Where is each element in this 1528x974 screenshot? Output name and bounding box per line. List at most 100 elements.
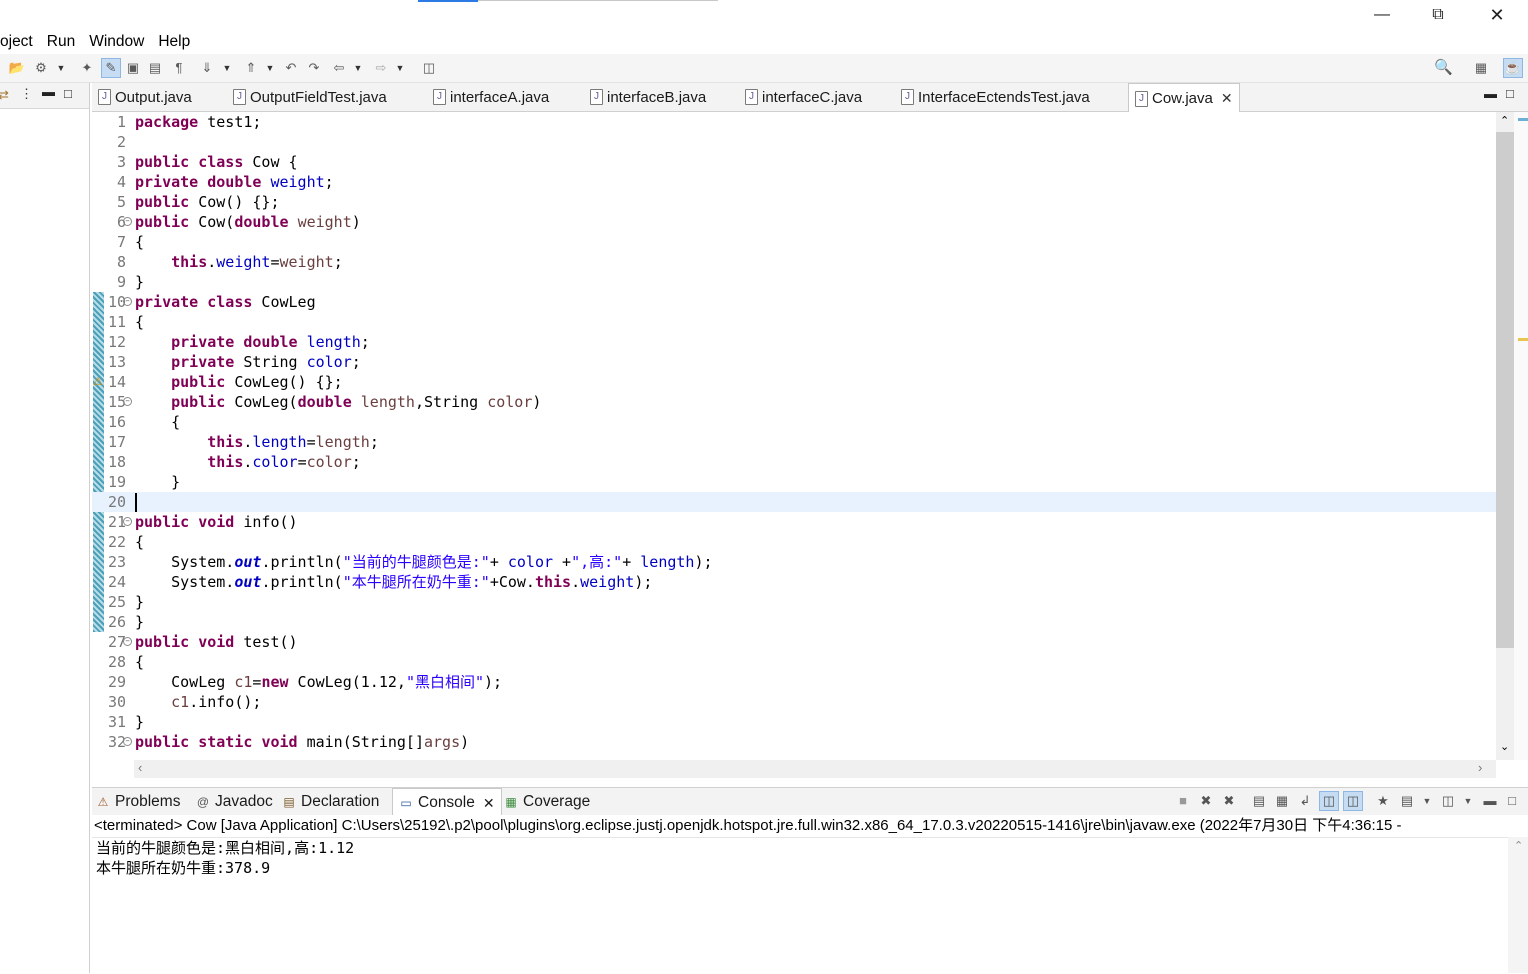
fold-toggle-icon[interactable]: − [123,517,132,526]
code-line[interactable]: 30 c1.info(); [92,692,1496,712]
code-line[interactable]: 18 this.color=color; [92,452,1496,472]
minimize-panel-icon[interactable]: ▬ [1481,792,1499,810]
scroll-left-icon[interactable]: ‹ [138,760,142,775]
code-line[interactable]: 10− private class CowLeg [92,292,1496,312]
close-tab-icon[interactable]: ✕ [1221,90,1233,107]
code-line[interactable]: 25} [92,592,1496,612]
code-line[interactable]: 29 CowLeg c1=new CowLeg(1.12,"黑白相间"); [92,672,1496,692]
fold-toggle-icon[interactable]: − [123,217,132,226]
tab-output-java[interactable]: J Output.java [98,83,192,111]
tab-problems[interactable]: ⚠ Problems [96,788,181,816]
whitespace-icon[interactable]: ¶ [170,59,188,77]
menu-help[interactable]: Help [151,31,197,53]
code-line[interactable]: 15− public CowLeg(double length,String c… [92,392,1496,412]
tab-interfacec-java[interactable]: J interfaceC.java [745,83,862,111]
code-line[interactable]: 17 this.length=length; [92,432,1496,452]
editor-horizontal-scrollbar[interactable]: ‹ › [134,760,1496,778]
link-editor-icon[interactable]: ⇄ [0,87,9,103]
code-line[interactable]: 27− public void test() [92,632,1496,652]
chevron-down-icon[interactable]: ▼ [395,59,405,77]
code-line[interactable]: 16 { [92,412,1496,432]
warning-marker-icon[interactable]: ⚠ [93,375,103,388]
debug-icon[interactable]: ✦ [78,59,96,77]
menu-project[interactable]: oject [0,31,40,53]
editor-scroll-thumb[interactable] [1496,132,1514,648]
code-line[interactable]: 11 { [92,312,1496,332]
display-console-icon[interactable]: ▤ [1398,792,1416,810]
fold-toggle-icon[interactable]: − [123,297,132,306]
code-line[interactable]: 7{ [92,232,1496,252]
open-folder-icon[interactable]: 📂 [8,59,26,77]
code-line[interactable]: 19 } [92,472,1496,492]
console-vertical-scrollbar[interactable]: ⌃ [1508,837,1528,973]
overview-marker[interactable] [1518,118,1528,121]
tab-interfaceectendstest-java[interactable]: J InterfaceEctendsTest.java [901,83,1090,111]
code-line[interactable]: 23 System.out.println("当前的牛腿颜色是:"+ color… [92,552,1496,572]
code-line[interactable]: 12 private double length; [92,332,1496,352]
maximize-panel-icon[interactable]: □ [1503,792,1521,810]
scroll-lock-icon[interactable]: ▦ [1273,792,1291,810]
code-line[interactable]: 24 System.out.println("本牛腿所在奶牛重:"+Cow.th… [92,572,1496,592]
code-line[interactable]: 1 package test1; [92,112,1496,132]
overview-marker[interactable] [1518,338,1528,341]
code-line[interactable]: 22 { [92,532,1496,552]
open-perspective-icon[interactable]: ▦ [1472,59,1490,77]
code-line[interactable]: 20 [92,492,1496,512]
code-line[interactable]: 14 public CowLeg() {}; [92,372,1496,392]
java-perspective-icon[interactable]: ☕ [1503,58,1523,78]
close-tab-icon[interactable]: ✕ [483,795,495,812]
tab-console[interactable]: ▭ Console ✕ [392,788,502,817]
minimize-icon[interactable]: — [1362,4,1402,26]
code-line[interactable]: 9} [92,272,1496,292]
code-line[interactable]: 28 { [92,652,1496,672]
code-line[interactable]: 2 [92,132,1496,152]
pin-console-icon[interactable]: ★ [1374,792,1392,810]
show-on-stdout-icon[interactable]: ◫ [1319,791,1339,811]
menu-run[interactable]: Run [40,31,82,53]
overview-ruler[interactable] [1514,112,1528,760]
scroll-up-icon[interactable]: ⌃ [1500,114,1509,127]
last-edit-icon[interactable]: ↶ [282,59,300,77]
code-line[interactable]: 21− public void info() [92,512,1496,532]
show-on-stderr-icon[interactable]: ◫ [1343,791,1363,811]
restore-icon[interactable]: ⧉ [1418,4,1458,26]
tab-interfaceb-java[interactable]: J interfaceB.java [590,83,706,111]
code-line[interactable]: 5 public Cow() {}; [92,192,1496,212]
chevron-down-icon[interactable]: ▼ [1459,792,1477,810]
code-line[interactable]: 3 public class Cow { [92,152,1496,172]
chevron-down-icon[interactable]: ▼ [353,59,363,77]
tab-outputfieldtest-java[interactable]: J OutputFieldTest.java [233,83,387,111]
block-select-icon[interactable]: ▣ [124,59,142,77]
terminate-icon[interactable]: ■ [1174,792,1192,810]
toggle-breadcrumb-icon[interactable]: ▤ [146,59,164,77]
code-editor[interactable]: 1 package test1; 2 3 public class Cow {4 priv… [92,112,1496,760]
tab-cow-java[interactable]: J Cow.java ✕ [1128,83,1240,113]
chevron-down-icon[interactable]: ▼ [222,59,232,77]
code-line[interactable]: 13 private String color; [92,352,1496,372]
previous-annotation-icon[interactable]: ⇑ [242,59,260,77]
launch-icon[interactable]: ⚙ [32,59,50,77]
next-annotation-icon[interactable]: ⇓ [198,59,216,77]
scroll-down-icon[interactable]: ⌄ [1500,740,1509,753]
open-console-icon[interactable]: ◫ [1439,792,1457,810]
remove-launch-icon[interactable]: ✖ [1197,792,1215,810]
scroll-right-icon[interactable]: › [1478,760,1482,775]
forward-icon[interactable]: ⇨ [372,59,390,77]
clear-console-icon[interactable]: ▤ [1250,792,1268,810]
code-line[interactable]: 32− public static void main(String[]args) [92,732,1496,752]
scroll-up-icon[interactable]: ⌃ [1514,839,1523,852]
view-menu-icon[interactable]: ⋮ [20,86,33,102]
highlight-icon[interactable]: ✎ [101,58,121,78]
word-wrap-icon[interactable]: ↲ [1296,792,1314,810]
tab-interfacea-java[interactable]: J interfaceA.java [433,83,549,111]
tab-coverage[interactable]: ▦ Coverage [504,788,590,816]
pin-editor-icon[interactable]: ◫ [420,59,438,77]
minimize-editor-icon[interactable]: ▬ [1484,86,1497,101]
code-line[interactable]: 6− public Cow(double weight) [92,212,1496,232]
tab-javadoc[interactable]: @ Javadoc [196,788,273,816]
fold-toggle-icon[interactable]: − [123,397,132,406]
console-output[interactable]: 当前的牛腿颜色是:黑白相间,高:1.12 本牛腿所在奶牛重:378.9 [92,837,1508,974]
back-icon[interactable]: ⇦ [330,59,348,77]
last-edit-forward-icon[interactable]: ↷ [305,59,323,77]
tab-declaration[interactable]: ▤ Declaration [282,788,379,816]
